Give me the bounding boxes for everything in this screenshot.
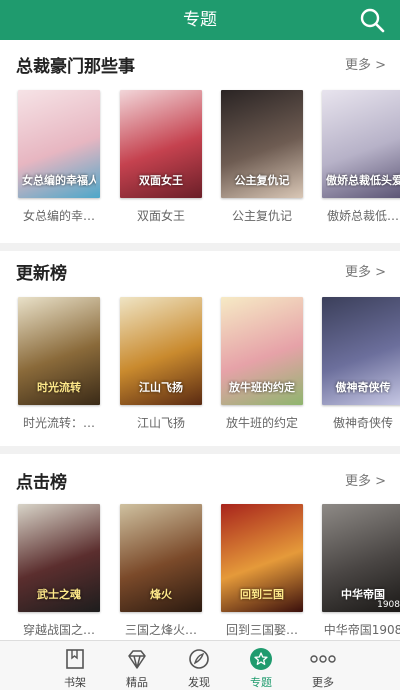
book-cover[interactable]: 时光流转 <box>18 297 100 405</box>
more-link[interactable]: 更多 > <box>345 261 386 280</box>
book-cover[interactable]: 江山飞扬 <box>120 297 202 405</box>
section-title: 点击榜 <box>16 473 67 493</box>
book-title: 公主复仇记 <box>231 209 292 223</box>
book-cover[interactable]: 女总编的幸福人生 <box>18 90 100 198</box>
bookshelf-icon <box>66 649 84 669</box>
cover-badge: 1908 <box>377 600 400 610</box>
section-title: 更新榜 <box>16 264 67 284</box>
book-cover[interactable]: 傲神奇侠传 <box>322 297 400 405</box>
book-item[interactable]: 时光流转时光流转：… <box>18 297 100 431</box>
book-title: 傲神奇侠传 <box>332 416 393 430</box>
book-item[interactable]: 傲娇总裁低头爱傲娇总裁低… <box>322 90 400 224</box>
tab-label: 更多 <box>312 676 334 689</box>
book-title: 双面女王 <box>136 209 185 223</box>
book-cover[interactable]: 放牛班的约定 <box>221 297 303 405</box>
book-item[interactable]: 女总编的幸福人生女总编的幸… <box>18 90 100 224</box>
book-title: 三国之烽火… <box>124 623 197 637</box>
tab-label: 发现 <box>188 676 210 689</box>
topic-list[interactable]: 总裁豪门那些事 更多 > 女总编的幸福人生女总编的幸… 双面女王双面女王 公主复… <box>0 40 400 640</box>
book-cover[interactable]: 烽火 <box>120 504 202 612</box>
book-item[interactable]: 双面女王 双面女王 <box>120 90 202 224</box>
bottom-tab-bar: 书架 精品 发现 专题 更多 <box>0 640 400 690</box>
tab-label: 书架 <box>64 676 86 689</box>
tab-bookshelf[interactable]: 书架 <box>44 641 106 690</box>
book-cover[interactable]: 中华帝国 1908 <box>322 504 400 612</box>
tab-topics[interactable]: 专题 <box>230 641 292 690</box>
book-item[interactable]: 江山飞扬 江山飞扬 <box>120 297 202 431</box>
book-item[interactable]: 烽火三国之烽火… <box>120 504 202 638</box>
book-item[interactable]: 公主复仇记 公主复仇记 <box>221 90 303 224</box>
section-divider <box>0 243 400 251</box>
tab-more[interactable]: 更多 <box>292 641 354 690</box>
book-title: 回到三国娶… <box>225 623 298 637</box>
compass-icon <box>189 649 209 669</box>
book-title: 时光流转：… <box>22 416 95 430</box>
tab-label: 专题 <box>250 676 272 689</box>
section-divider <box>0 446 400 454</box>
book-cover[interactable]: 武士之魂 <box>18 504 100 612</box>
more-dots-icon <box>310 655 336 663</box>
page-title: 专题 <box>183 10 217 30</box>
book-item[interactable]: 武士之魂穿越战国之… <box>18 504 100 638</box>
book-title: 放牛班的约定 <box>225 416 298 430</box>
book-title: 傲娇总裁低… <box>326 209 399 223</box>
more-link[interactable]: 更多 > <box>345 54 386 73</box>
book-title: 穿越战国之… <box>22 623 95 637</box>
book-title: 江山飞扬 <box>136 416 185 430</box>
top-bar: 专题 <box>0 0 400 40</box>
tab-label: 精品 <box>126 676 148 689</box>
book-item[interactable]: 放牛班的约定 放牛班的约定 <box>221 297 303 431</box>
tab-discover[interactable]: 发现 <box>168 641 230 690</box>
star-topic-icon <box>250 648 272 670</box>
book-cover[interactable]: 公主复仇记 <box>221 90 303 198</box>
book-cover[interactable]: 回到三国 <box>221 504 303 612</box>
search-icon[interactable] <box>358 6 386 34</box>
book-item[interactable]: 中华帝国 1908 中华帝国1908 <box>322 504 400 638</box>
section-title: 总裁豪门那些事 <box>16 57 135 77</box>
tab-featured[interactable]: 精品 <box>106 641 168 690</box>
book-cover[interactable]: 双面女王 <box>120 90 202 198</box>
book-cover[interactable]: 傲娇总裁低头爱 <box>322 90 400 198</box>
book-item[interactable]: 傲神奇侠传 傲神奇侠传 <box>322 297 400 431</box>
book-item[interactable]: 回到三国回到三国娶… <box>221 504 303 638</box>
diamond-icon <box>128 650 146 669</box>
more-link[interactable]: 更多 > <box>345 470 386 489</box>
book-title: 中华帝国1908 <box>323 623 400 637</box>
book-title: 女总编的幸… <box>22 209 95 223</box>
